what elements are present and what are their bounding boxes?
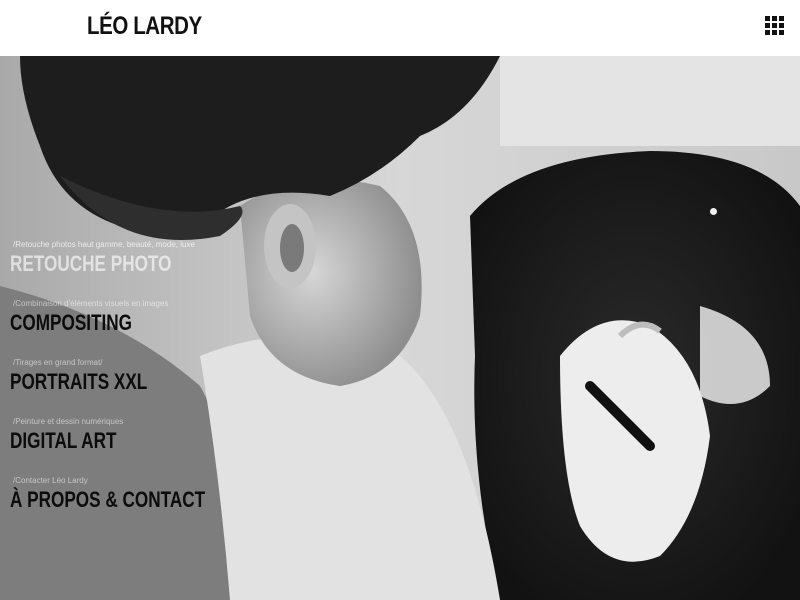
nav-item-subtitle: /Tirages en grand format/ [13, 358, 103, 367]
main-navigation: /Retouche photos haut gamme, beauté, mod… [10, 0, 410, 600]
nav-item-title: RETOUCHE PHOTO [10, 251, 172, 276]
nav-item-compositing[interactable]: /Combinaison d'éléments visuels en image… [10, 299, 310, 343]
nav-item-title: À PROPOS & CONTACT [10, 487, 206, 512]
nav-item-title: COMPOSITING [10, 310, 133, 335]
nav-item-title: PORTRAITS XXL [10, 369, 148, 394]
nav-item-digital-art[interactable]: /Peinture et dessin numériques DIGITAL A… [10, 417, 310, 461]
nav-item-retouche-photo[interactable]: /Retouche photos haut gamme, beauté, mod… [10, 240, 310, 284]
grid-menu-icon[interactable] [765, 16, 789, 40]
carousel-dot[interactable] [710, 208, 717, 215]
nav-item-subtitle: /Combinaison d'éléments visuels en image… [13, 299, 169, 308]
nav-item-portraits-xxl[interactable]: /Tirages en grand format/ PORTRAITS XXL [10, 358, 310, 402]
nav-item-title: DIGITAL ART [10, 428, 117, 453]
nav-item-subtitle: /Retouche photos haut gamme, beauté, mod… [13, 240, 195, 249]
nav-item-subtitle: /Peinture et dessin numériques [13, 417, 124, 426]
nav-item-subtitle: /Contacter Léo Lardy [13, 476, 88, 485]
nav-item-a-propos-contact[interactable]: /Contacter Léo Lardy À PROPOS & CONTACT [10, 476, 310, 520]
